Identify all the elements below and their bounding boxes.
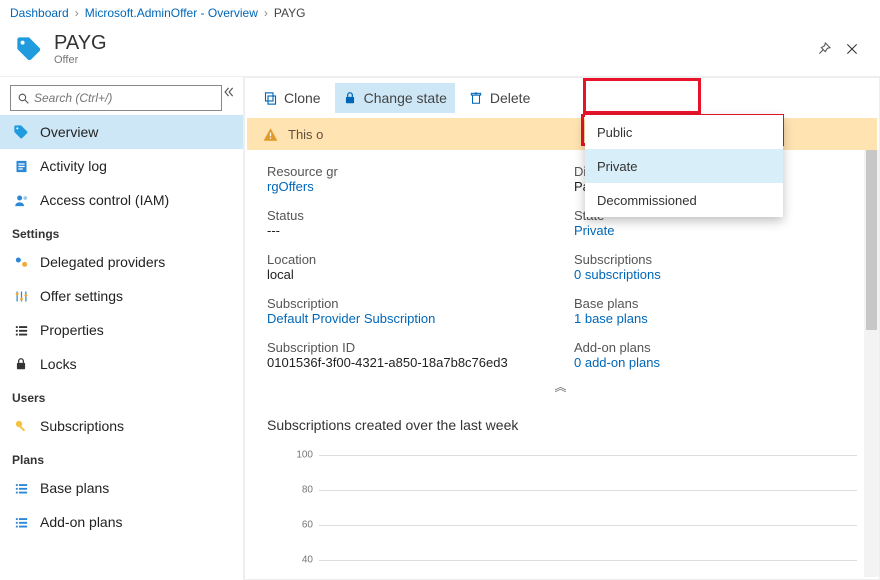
sidebar-item-label: Locks — [40, 356, 77, 372]
lock-icon — [343, 91, 358, 106]
field-label: Resource gr — [267, 164, 550, 179]
copy-icon — [263, 91, 278, 106]
tag-icon — [12, 124, 30, 140]
change-state-button[interactable]: Change state — [335, 83, 455, 113]
warning-text: This o — [288, 127, 323, 142]
sidebar-item-offer-settings[interactable]: Offer settings — [0, 279, 243, 313]
sidebar-item-label: Subscriptions — [40, 418, 124, 434]
sidebar-item-label: Offer settings — [40, 288, 123, 304]
collapse-details-button[interactable]: ︽ — [267, 370, 857, 399]
warning-icon — [263, 127, 278, 142]
sidebar-item-delegated-providers[interactable]: Delegated providers — [0, 245, 243, 279]
field-label: Base plans — [574, 296, 857, 311]
field-label: Subscription ID — [267, 340, 550, 355]
sidebar-item-label: Add-on plans — [40, 514, 123, 530]
list-icon — [12, 515, 30, 530]
change-state-menu: Public Private Decommissioned — [585, 115, 783, 217]
search-icon — [17, 92, 30, 105]
sidebar-item-overview[interactable]: Overview — [0, 115, 243, 149]
lock-icon — [12, 357, 30, 371]
sidebar-section-plans: Plans — [0, 443, 243, 471]
sidebar-item-label: Delegated providers — [40, 254, 165, 270]
page-subtitle: Offer — [54, 54, 107, 66]
subscriptions-link[interactable]: 0 subscriptions — [574, 267, 857, 282]
field-label: Location — [267, 252, 550, 267]
sidebar-section-settings: Settings — [0, 217, 243, 245]
addon-plans-link[interactable]: 0 add-on plans — [574, 355, 857, 370]
field-label: Add-on plans — [574, 340, 857, 355]
chevron-right-icon: › — [75, 6, 79, 20]
delete-button[interactable]: Delete — [461, 83, 538, 113]
sidebar: Overview Activity log Access control (IA… — [0, 77, 244, 580]
page-titlebar: PAYG Offer — [0, 26, 880, 77]
breadcrumb-dashboard[interactable]: Dashboard — [10, 6, 69, 20]
breadcrumb: Dashboard › Microsoft.AdminOffer - Overv… — [0, 0, 880, 26]
offer-tag-icon — [14, 34, 44, 64]
scrollbar[interactable] — [864, 150, 879, 577]
toolbar-label: Delete — [490, 90, 530, 106]
page-title: PAYG — [54, 32, 107, 54]
toolbar: Clone Change state Delete — [245, 78, 879, 118]
clone-button[interactable]: Clone — [255, 83, 329, 113]
state-link[interactable]: Private — [574, 223, 857, 238]
toolbar-label: Clone — [284, 90, 321, 106]
sidebar-item-addon-plans[interactable]: Add-on plans — [0, 505, 243, 539]
field-label: Subscriptions — [574, 252, 857, 267]
search-input-wrapper[interactable] — [10, 85, 222, 111]
search-input[interactable] — [34, 91, 215, 105]
state-option-decommissioned[interactable]: Decommissioned — [585, 183, 783, 217]
settings-icon — [12, 289, 30, 304]
sidebar-item-access-control[interactable]: Access control (IAM) — [0, 183, 243, 217]
ytick: 100 — [289, 450, 313, 461]
key-icon — [12, 419, 30, 434]
delegated-icon — [12, 255, 30, 270]
field-value: 0101536f-3f00-4321-a850-18a7b8c76ed3 — [267, 355, 550, 370]
ytick: 60 — [289, 520, 313, 531]
scrollbar-thumb[interactable] — [866, 150, 877, 330]
breadcrumb-current: PAYG — [274, 6, 306, 20]
sidebar-item-properties[interactable]: Properties — [0, 313, 243, 347]
subscriptions-chart: 100 80 60 40 — [267, 445, 857, 575]
toolbar-label: Change state — [364, 90, 447, 106]
list-icon — [12, 481, 30, 496]
sidebar-item-base-plans[interactable]: Base plans — [0, 471, 243, 505]
resource-group-link[interactable]: rgOffers — [267, 179, 550, 194]
iam-icon — [12, 193, 30, 208]
sidebar-section-users: Users — [0, 381, 243, 409]
ytick: 40 — [289, 555, 313, 566]
chevron-right-icon: › — [264, 6, 268, 20]
trash-icon — [469, 91, 484, 106]
log-icon — [12, 159, 30, 174]
subscription-link[interactable]: Default Provider Subscription — [267, 311, 550, 326]
base-plans-link[interactable]: 1 base plans — [574, 311, 857, 326]
breadcrumb-offer[interactable]: Microsoft.AdminOffer - Overview — [85, 6, 258, 20]
field-value: --- — [267, 223, 550, 238]
close-button[interactable] — [838, 35, 866, 63]
chart-title: Subscriptions created over the last week — [267, 417, 857, 433]
field-label: Status — [267, 208, 550, 223]
state-option-private[interactable]: Private — [585, 149, 783, 183]
ytick: 80 — [289, 485, 313, 496]
field-label: Subscription — [267, 296, 550, 311]
sidebar-item-label: Properties — [40, 322, 104, 338]
properties-icon — [12, 323, 30, 338]
field-value: local — [267, 267, 550, 282]
content-pane: Clone Change state Delete This o Public — [244, 77, 880, 580]
state-option-public[interactable]: Public — [585, 115, 783, 149]
sidebar-item-label: Access control (IAM) — [40, 192, 169, 208]
collapse-sidebar-button[interactable] — [221, 85, 235, 102]
sidebar-item-activity-log[interactable]: Activity log — [0, 149, 243, 183]
sidebar-item-label: Overview — [40, 124, 98, 140]
sidebar-item-locks[interactable]: Locks — [0, 347, 243, 381]
sidebar-item-label: Activity log — [40, 158, 107, 174]
pin-button[interactable] — [810, 35, 838, 63]
sidebar-item-label: Base plans — [40, 480, 109, 496]
sidebar-item-subscriptions[interactable]: Subscriptions — [0, 409, 243, 443]
